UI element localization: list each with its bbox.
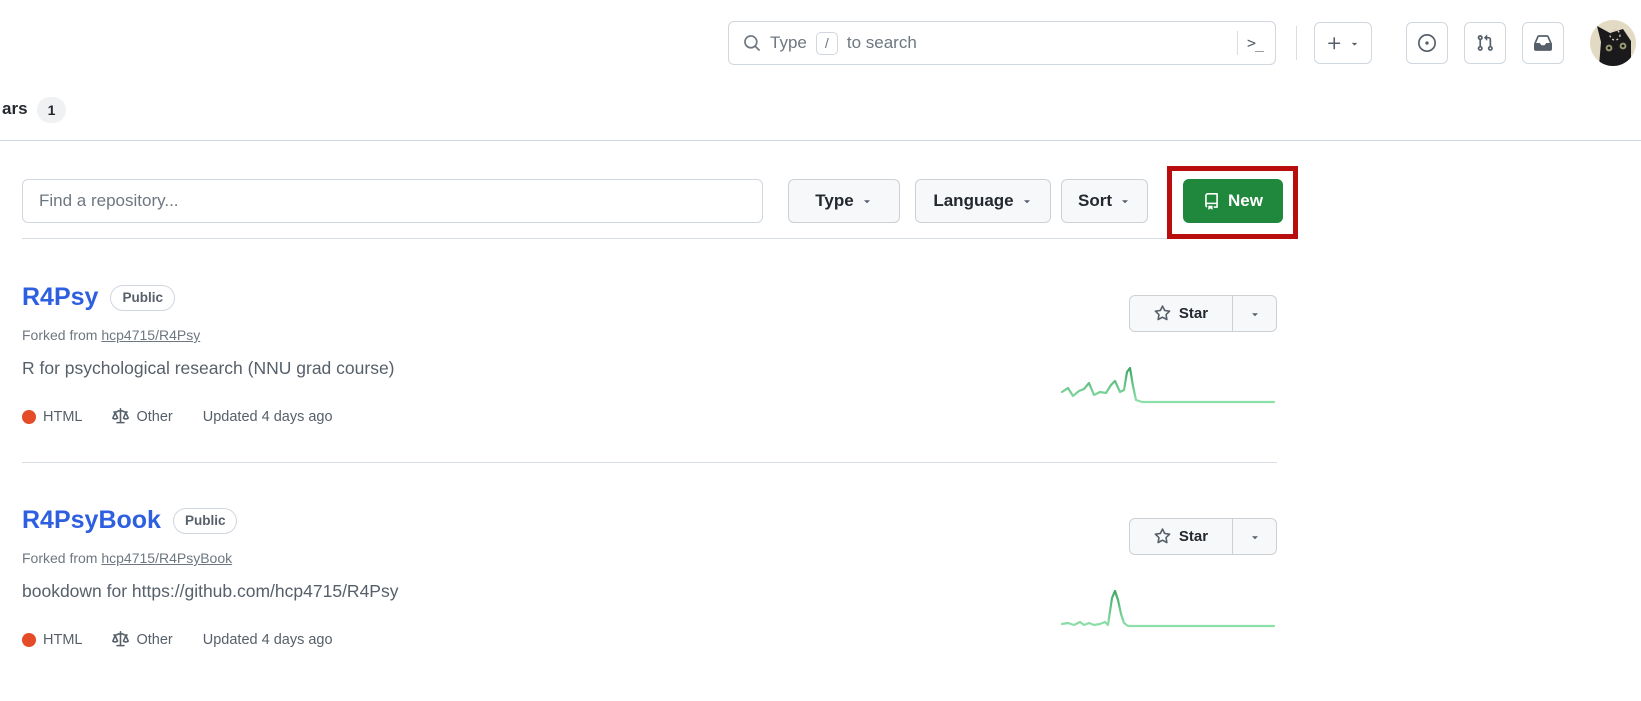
- repo-meta-row: HTML Other Updated 4 days ago: [22, 408, 333, 425]
- visibility-badge: Public: [173, 508, 238, 534]
- license-label: Other: [136, 632, 172, 648]
- chevron-down-icon: [1249, 308, 1261, 320]
- star-icon: [1154, 305, 1171, 322]
- tab-stars-partial[interactable]: ars: [2, 99, 28, 119]
- repo-icon: [1203, 193, 1220, 210]
- language-meta: HTML: [22, 632, 82, 648]
- repo-meta-row: HTML Other Updated 4 days ago: [22, 631, 333, 648]
- find-repository-input[interactable]: [22, 179, 763, 223]
- fork-prefix: Forked from: [22, 327, 97, 343]
- issue-opened-icon: [1418, 34, 1436, 52]
- fork-line: Forked from hcp4715/R4Psy: [22, 327, 200, 343]
- language-color-dot: [22, 633, 36, 647]
- language-label: HTML: [43, 409, 82, 425]
- chevron-down-icon: [861, 195, 873, 207]
- repo-link-r4psy[interactable]: R4Psy: [22, 283, 98, 312]
- activity-sparkline: [1060, 366, 1276, 410]
- search-inner-divider: [1237, 31, 1238, 55]
- repo-description: R for psychological research (NNU grad c…: [22, 358, 395, 379]
- command-palette-icon[interactable]: >_: [1247, 34, 1263, 52]
- plus-icon: [1326, 35, 1343, 52]
- issues-button[interactable]: [1406, 22, 1448, 64]
- license-label: Other: [136, 409, 172, 425]
- new-repository-button[interactable]: New: [1183, 179, 1283, 223]
- fork-prefix: Forked from: [22, 550, 97, 566]
- pull-requests-button[interactable]: [1464, 22, 1506, 64]
- language-filter-button[interactable]: Language: [915, 179, 1051, 223]
- chevron-down-icon: [1249, 531, 1261, 543]
- license-meta: Other: [112, 631, 172, 648]
- activity-sparkline: [1060, 588, 1276, 632]
- star-split-button: Star: [1129, 295, 1277, 332]
- sort-filter-button[interactable]: Sort: [1061, 179, 1148, 223]
- tab-bottom-border: [0, 140, 1641, 141]
- language-label: HTML: [43, 632, 82, 648]
- law-icon: [112, 408, 129, 425]
- type-filter-label: Type: [815, 191, 853, 211]
- star-dropdown-button[interactable]: [1232, 296, 1276, 331]
- user-avatar[interactable]: [1590, 20, 1636, 66]
- language-color-dot: [22, 410, 36, 424]
- type-filter-button[interactable]: Type: [788, 179, 900, 223]
- inbox-icon: [1534, 34, 1552, 52]
- chevron-down-icon: [1349, 38, 1360, 49]
- create-new-button[interactable]: [1314, 22, 1372, 64]
- star-dropdown-button[interactable]: [1232, 519, 1276, 554]
- header-divider: [1296, 26, 1297, 60]
- repo-title-row: R4PsyBook Public: [22, 506, 237, 535]
- search-placeholder-suffix: to search: [847, 33, 917, 53]
- cat-avatar-image: [1590, 20, 1636, 66]
- repo-title-row: R4Psy Public: [22, 283, 175, 312]
- star-label: Star: [1179, 305, 1208, 322]
- fork-line: Forked from hcp4715/R4PsyBook: [22, 550, 232, 566]
- star-icon: [1154, 528, 1171, 545]
- tab-stars-count-badge: 1: [37, 97, 66, 123]
- search-placeholder-prefix: Type: [770, 33, 807, 53]
- chevron-down-icon: [1021, 195, 1033, 207]
- updated-label: Updated 4 days ago: [203, 632, 333, 648]
- notifications-button[interactable]: [1522, 22, 1564, 64]
- fork-source-link[interactable]: hcp4715/R4Psy: [101, 327, 200, 343]
- license-meta: Other: [112, 408, 172, 425]
- law-icon: [112, 631, 129, 648]
- updated-label: Updated 4 days ago: [203, 409, 333, 425]
- language-meta: HTML: [22, 409, 82, 425]
- global-search-input[interactable]: Type / to search >_: [728, 21, 1276, 65]
- git-pull-request-icon: [1476, 34, 1494, 52]
- star-button[interactable]: Star: [1130, 519, 1232, 554]
- search-icon: [743, 34, 761, 52]
- fork-source-link[interactable]: hcp4715/R4PsyBook: [101, 550, 232, 566]
- toolbar-bottom-border: [22, 238, 1277, 239]
- slash-keycap: /: [816, 32, 838, 55]
- language-filter-label: Language: [933, 191, 1013, 211]
- star-button[interactable]: Star: [1130, 296, 1232, 331]
- chevron-down-icon: [1119, 195, 1131, 207]
- new-repository-label: New: [1228, 191, 1263, 211]
- sort-filter-label: Sort: [1078, 191, 1112, 211]
- star-split-button: Star: [1129, 518, 1277, 555]
- visibility-badge: Public: [110, 285, 175, 311]
- repo-divider: [22, 462, 1277, 463]
- star-label: Star: [1179, 528, 1208, 545]
- repositories-page: Type / to search >_: [0, 0, 1641, 701]
- repo-link-r4psybook[interactable]: R4PsyBook: [22, 506, 161, 535]
- repo-description: bookdown for https://github.com/hcp4715/…: [22, 581, 398, 602]
